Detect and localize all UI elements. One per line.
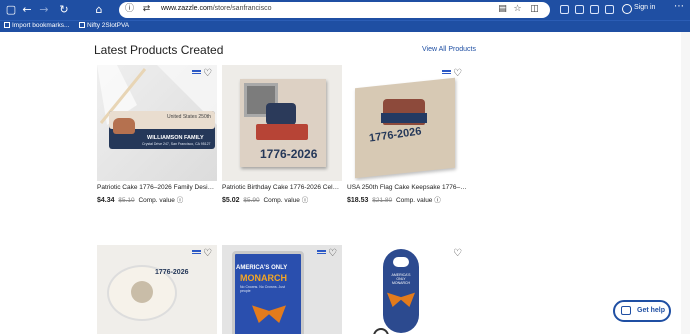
site-settings-icon[interactable]: ⇄: [141, 4, 152, 15]
address-bar[interactable]: ⓘ ⇄ www.zazzle.com/store/sanfrancisco ▤ …: [119, 2, 550, 18]
cake-graphic: [266, 103, 296, 125]
reader-view-icon[interactable]: ▤: [497, 4, 508, 15]
collections-icon[interactable]: [590, 5, 599, 14]
back-icon[interactable]: ←: [20, 3, 34, 17]
info-icon[interactable]: ⓘ: [434, 197, 441, 204]
signin-button[interactable]: Sign in: [634, 4, 655, 11]
bookmark-import[interactable]: Import bookmarks...: [4, 22, 69, 29]
lighter-big: MONARCH: [240, 273, 287, 283]
lighter-small: No Crowns. No Crowns. Just people: [240, 285, 285, 293]
chat-icon: [621, 306, 631, 315]
favorites-icon[interactable]: [575, 5, 584, 14]
personalize-icon[interactable]: [442, 70, 451, 77]
personalize-icon[interactable]: [192, 250, 201, 257]
import-icon: [4, 22, 10, 28]
personalize-icon[interactable]: [317, 250, 326, 257]
forward-icon[interactable]: →: [37, 3, 51, 17]
cake-graphic: [113, 118, 135, 134]
scrollbar[interactable]: [681, 32, 690, 334]
product-title[interactable]: USA 250th Flag Cake Keepsake 1776–20...: [347, 184, 467, 191]
bookmarks-bar: Import bookmarks... Nifty 2SlotPVA: [0, 20, 690, 32]
bookmark-nifty[interactable]: Nifty 2SlotPVA: [79, 22, 129, 29]
roll-years: 1776-2026: [155, 269, 189, 276]
heart-icon[interactable]: ♡: [453, 248, 464, 259]
product-image[interactable]: United States 250th WILLIAMSON FAMILY Cr…: [97, 65, 217, 181]
heart-icon[interactable]: ♡: [203, 68, 214, 79]
get-help-button[interactable]: Get help: [613, 300, 671, 322]
heart-icon[interactable]: ♡: [328, 248, 339, 259]
product-price: $4.34 $5.10 Comp. value ⓘ: [97, 197, 184, 204]
reload-icon[interactable]: ↻: [57, 3, 71, 17]
bookmark-page-icon: [79, 22, 85, 28]
personalize-icon[interactable]: [192, 70, 201, 77]
browser-app-icon[interactable]: ▢: [4, 3, 18, 17]
cake-flag-band: [381, 113, 427, 123]
info-icon[interactable]: ⓘ: [124, 4, 135, 15]
lighter-top: AMERICA'S ONLY: [236, 265, 288, 271]
url-host: www.zazzle.com: [161, 5, 213, 12]
opener-hole: [393, 257, 409, 267]
url-path: /store/sanfrancisco: [212, 5, 272, 12]
info-icon[interactable]: ⓘ: [177, 197, 184, 204]
keyring: [373, 328, 389, 334]
extension-puzzle-icon[interactable]: [560, 5, 569, 14]
magnet-years: 1776-2026: [260, 147, 318, 161]
info-icon[interactable]: ⓘ: [302, 197, 309, 204]
product-price: $18.53 $21.80 Comp. value ⓘ: [347, 197, 441, 204]
browser-toolbar: ▢ ← → ↻ ⌂ ⓘ ⇄ www.zazzle.com/store/sanfr…: [0, 0, 690, 20]
more-menu-icon[interactable]: ⋯: [674, 1, 684, 12]
product-title[interactable]: Patriotic Cake 1776–2026 Family Design .…: [97, 184, 217, 191]
product-image[interactable]: 1776-2026: [222, 65, 342, 181]
product-image[interactable]: AMERICA'S ONLY MONARCH ♡: [347, 245, 467, 334]
label-name: WILLIAMSON FAMILY: [147, 135, 204, 141]
product-image[interactable]: AMERICA'S ONLY MONARCH No Crowns. No Cro…: [222, 245, 342, 334]
label-line1: United States 250th: [167, 114, 211, 120]
url-text: www.zazzle.com/store/sanfrancisco: [161, 5, 271, 12]
product-image[interactable]: 1776-2026 ♡: [97, 245, 217, 334]
product-image[interactable]: 1776-2026 ♡: [347, 65, 467, 181]
home-icon[interactable]: ⌂: [92, 3, 106, 17]
avatar-icon[interactable]: [622, 4, 632, 14]
product-title[interactable]: Patriotic Birthday Cake 1776-2026 Celebr…: [222, 184, 342, 191]
tape-core: [131, 281, 153, 303]
heart-icon[interactable]: ♡: [203, 248, 214, 259]
view-all-link[interactable]: View All Products: [422, 46, 476, 53]
profile-sync-icon[interactable]: [605, 5, 614, 14]
cake-stripes: [256, 124, 308, 140]
label-address: Crystal Drive 247, San Francisco, CA 951…: [142, 142, 211, 146]
opener-text: AMERICA'S ONLY MONARCH: [391, 273, 411, 285]
bookmark-star-icon[interactable]: ☆: [512, 4, 523, 15]
product-price: $5.02 $5.90 Comp. value ⓘ: [222, 197, 309, 204]
extension-icon[interactable]: ◫: [529, 4, 540, 15]
heart-icon[interactable]: ♡: [453, 68, 464, 79]
section-title: Latest Products Created: [94, 43, 224, 57]
